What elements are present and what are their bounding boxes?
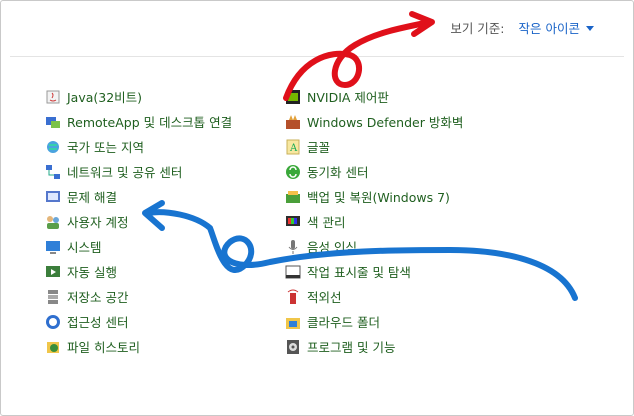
taskbar-icon xyxy=(285,264,301,280)
backup-icon xyxy=(285,189,301,205)
control-panel-right-item[interactable]: 작업 표시줄 및 탐색 xyxy=(285,259,463,284)
control-panel-right-item-label: 백업 및 복원(Windows 7) xyxy=(307,190,450,205)
control-panel-right-item[interactable]: 프로그램 및 기능 xyxy=(285,334,463,359)
control-panel-right-item-label: 적외선 xyxy=(307,290,342,305)
control-panel-right-item[interactable]: A 글꼴 xyxy=(285,134,463,159)
chevron-down-icon xyxy=(586,26,594,31)
svg-text:A: A xyxy=(289,143,298,154)
troubleshoot-icon xyxy=(45,189,61,205)
control-panel-left-item[interactable]: 자동 실행 xyxy=(45,259,232,284)
control-panel-left-item[interactable]: 시스템 xyxy=(45,234,232,259)
cloud-folder-icon xyxy=(285,314,301,330)
control-panel-right-item[interactable]: 클라우드 폴더 xyxy=(285,309,463,334)
control-panel-right-item[interactable]: NVIDIA 제어판 xyxy=(285,84,463,109)
font-icon: A xyxy=(285,139,301,155)
control-panel-left-item-label: 사용자 계정 xyxy=(67,215,129,230)
file-history-icon xyxy=(45,339,61,355)
control-panel-right-item-label: NVIDIA 제어판 xyxy=(307,90,389,105)
control-panel-left-item[interactable]: RemoteApp 및 데스크톱 연결 xyxy=(45,109,232,134)
control-panel-left-item-label: 시스템 xyxy=(67,240,102,255)
control-panel-right-item-label: Windows Defender 방화벽 xyxy=(307,115,464,130)
control-panel-left-item[interactable]: 사용자 계정 xyxy=(45,209,232,234)
control-panel-left-item-label: 국가 또는 지역 xyxy=(67,140,144,155)
sync-icon xyxy=(285,164,301,180)
globe-clock-icon xyxy=(45,139,61,155)
control-panel-left-item-label: 문제 해결 xyxy=(67,190,117,205)
control-panel-left-item[interactable]: 네트워크 및 공유 센터 xyxy=(45,159,232,184)
color-management-icon xyxy=(285,214,301,230)
control-panel-right-item-label: 작업 표시줄 및 탐색 xyxy=(307,265,411,280)
control-panel-right-item[interactable]: 색 관리 xyxy=(285,209,463,234)
autoplay-icon xyxy=(45,264,61,280)
control-panel-left-item-label: 파일 히스토리 xyxy=(67,340,140,355)
user-accounts-icon xyxy=(45,214,61,230)
control-panel-right-item[interactable]: 적외선 xyxy=(285,284,463,309)
control-panel-left-item[interactable]: Java(32비트) xyxy=(45,84,232,109)
java-icon xyxy=(45,89,61,105)
left-column: Java(32비트) RemoteApp 및 데스크톱 연결국가 또는 지역네트워… xyxy=(45,84,232,359)
control-panel-right-item-label: 동기화 센터 xyxy=(307,165,369,180)
control-panel-right-item-label: 색 관리 xyxy=(307,215,346,230)
system-monitor-icon xyxy=(45,239,61,255)
control-panel-right-item-label: 글꼴 xyxy=(307,140,331,155)
view-by-dropdown[interactable]: 작은 아이콘 xyxy=(519,18,594,37)
remote-desktop-icon xyxy=(45,114,61,130)
control-panel-left-item[interactable]: 접근성 센터 xyxy=(45,309,232,334)
control-panel-left-item[interactable]: 저장소 공간 xyxy=(45,284,232,309)
control-panel-left-item-label: 자동 실행 xyxy=(67,265,117,280)
storage-icon xyxy=(45,289,61,305)
programs-icon xyxy=(285,339,301,355)
control-panel-left-item-label: Java(32비트) xyxy=(67,90,143,105)
firewall-icon xyxy=(285,114,301,130)
divider xyxy=(10,56,624,57)
view-by-label: 보기 기준: xyxy=(450,21,505,36)
control-panel-left-item[interactable]: 국가 또는 지역 xyxy=(45,134,232,159)
control-panel-left-item-label: 접근성 센터 xyxy=(67,315,129,330)
control-panel-right-item[interactable]: 백업 및 복원(Windows 7) xyxy=(285,184,463,209)
right-column: NVIDIA 제어판 Windows Defender 방화벽 A 글꼴동기화 센터백… xyxy=(285,84,463,359)
control-panel-left-item[interactable]: 파일 히스토리 xyxy=(45,334,232,359)
control-panel-right-item[interactable]: Windows Defender 방화벽 xyxy=(285,109,463,134)
control-panel-left-item-label: 네트워크 및 공유 센터 xyxy=(67,165,183,180)
view-by-bar: 보기 기준: 작은 아이콘 xyxy=(450,18,594,37)
infrared-icon xyxy=(285,289,301,305)
control-panel-left-item[interactable]: 문제 해결 xyxy=(45,184,232,209)
control-panel-right-item-label: 음성 인식 xyxy=(307,240,357,255)
control-panel-left-item-label: RemoteApp 및 데스크톱 연결 xyxy=(67,115,233,130)
control-panel-right-item[interactable]: 음성 인식 xyxy=(285,234,463,259)
accessibility-icon xyxy=(45,314,61,330)
control-panel-right-item-label: 프로그램 및 기능 xyxy=(307,340,396,355)
microphone-icon xyxy=(285,239,301,255)
control-panel-right-item[interactable]: 동기화 센터 xyxy=(285,159,463,184)
control-panel-left-item-label: 저장소 공간 xyxy=(67,290,129,305)
control-panel-right-item-label: 클라우드 폴더 xyxy=(307,315,380,330)
view-by-value: 작은 아이콘 xyxy=(518,21,580,36)
nvidia-icon xyxy=(285,89,301,105)
network-icon xyxy=(45,164,61,180)
